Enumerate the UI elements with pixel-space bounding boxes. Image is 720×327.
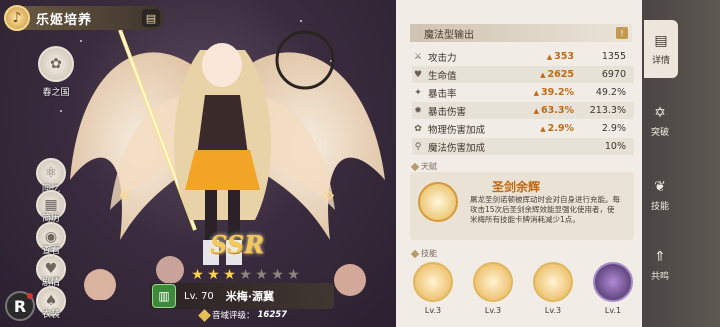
range-rating: 音域评级： 16257 xyxy=(198,308,288,322)
tab-skills[interactable]: ❦ 技能 xyxy=(644,166,676,224)
gem-icon xyxy=(198,308,211,322)
stat-value: 213.3% xyxy=(589,105,626,116)
tab-rail: ▤ 详情 ✡ 突破 ❦ 技能 ⇑ 共鸣 xyxy=(642,0,720,327)
page-header: ♪ 乐姬培养 ▤ xyxy=(4,5,164,31)
r-menu-button[interactable]: R xyxy=(5,291,35,321)
stat-value: 10% xyxy=(604,141,626,152)
star-empty-icon: ★ xyxy=(239,267,252,283)
stat-row: ♥ 生命值 ▲ 2625 6970 xyxy=(412,66,634,83)
character-artwork-area: ♪ 乐姬培养 ▤ ✿ 春之国 ⚛ 回忆 ▦ 简历 ◉ 查看 ♥ 剧情 ♠ 衣装 … xyxy=(0,0,400,327)
stat-name: 生命值 xyxy=(428,70,457,82)
stat-bonus: ▲ 2625 xyxy=(540,69,574,80)
stat-name: 暴击伤害 xyxy=(428,106,467,118)
stat-bonus: ▲ 353 xyxy=(546,51,574,62)
outfit-label: 衣装 xyxy=(41,310,60,320)
level-book-icon[interactable]: ▥ xyxy=(152,284,176,308)
skill-level: Lv.3 xyxy=(424,306,442,315)
character-level-bar: ▥ Lv. 70 米梅·源冀 xyxy=(150,283,334,309)
skill-level: Lv.1 xyxy=(604,306,622,315)
skill-list: Lv.3 Lv.3 Lv.3 Lv.1 xyxy=(410,262,636,315)
talent-icon xyxy=(418,182,458,222)
star-filled-icon: ★ xyxy=(191,267,204,283)
stat-name: 攻击力 xyxy=(428,52,457,64)
talent-card[interactable]: 圣剑余辉 屠龙圣剑诺顿被挥动时会对自身进行充能。每攻击15次后圣剑余辉效能显强化… xyxy=(410,172,634,240)
stat-row: ✦ 暴击率 ▲ 39.2% 49.2% xyxy=(412,84,634,101)
skill-level: Lv.3 xyxy=(544,306,562,315)
star-burst-icon: ✡ xyxy=(654,104,666,121)
stats-section-header: 魔法型输出 ! xyxy=(410,24,632,42)
sword-icon: ⚔ xyxy=(413,51,423,62)
book-icon: ▤ xyxy=(654,32,668,49)
tab-resonance[interactable]: ⇑ 共鸣 xyxy=(644,236,676,294)
skill-icon xyxy=(473,262,513,302)
stat-name: 物理伤害加成 xyxy=(428,124,486,136)
heart-icon: ♥ xyxy=(413,69,423,80)
stat-bonus: ▲ 39.2% xyxy=(533,87,574,98)
crit-damage-icon: ✹ xyxy=(414,105,422,116)
stat-row: ⚔ 攻击力 ▲ 353 1355 xyxy=(412,48,634,65)
info-icon[interactable]: ! xyxy=(616,27,628,39)
skill-icon xyxy=(533,262,573,302)
spring-kingdom-label: 春之国 xyxy=(42,88,70,98)
talent-name: 圣剑余辉 xyxy=(492,180,541,194)
magic-icon: ⚲ xyxy=(414,141,422,152)
skill-icon xyxy=(593,262,633,302)
stat-row: ✹ 暴击伤害 ▲ 63.3% 213.3% xyxy=(412,102,634,119)
star-rating: ★ ★ ★ ★ ★ ★ ★ xyxy=(190,268,301,283)
stat-bonus: ▲ 2.9% xyxy=(540,123,574,134)
diamond-icon xyxy=(410,162,420,171)
details-panel: 魔法型输出 ! ⚔ 攻击力 ▲ 353 1355 ♥ 生命值 ▲ 2625 6970… xyxy=(396,0,642,327)
skill-icon xyxy=(413,262,453,302)
stat-row: ⚲ 魔法伤害加成 10% xyxy=(412,138,634,155)
stat-bonus: ▲ 63.3% xyxy=(533,105,574,116)
stat-value: 6970 xyxy=(601,69,626,80)
diamond-icon xyxy=(410,249,420,258)
stat-value: 49.2% xyxy=(595,87,626,98)
page-title: 乐姬培养 xyxy=(36,12,93,28)
stat-row: ✿ 物理伤害加成 ▲ 2.9% 2.9% xyxy=(412,120,634,137)
star-empty-icon: ★ xyxy=(271,267,284,283)
codex-icon[interactable]: ▤ xyxy=(142,9,160,27)
next-character-arrow[interactable]: » xyxy=(322,183,335,208)
talent-description: 屠龙圣剑诺顿被挥动时会对自身进行充能。每攻击15次后圣剑余辉效能显强化使用者，使… xyxy=(470,195,620,224)
skills-tag: 技能 xyxy=(410,248,437,259)
skill-slot[interactable]: Lv.1 xyxy=(592,262,634,315)
stat-value: 2.9% xyxy=(601,123,626,134)
star-filled-icon: ★ xyxy=(223,267,236,283)
star-empty-icon: ★ xyxy=(255,267,268,283)
tab-breakthrough[interactable]: ✡ 突破 xyxy=(644,92,676,150)
wing-icon: ❦ xyxy=(654,178,666,195)
talent-tag: 天赋 xyxy=(410,161,437,172)
physical-icon: ✿ xyxy=(414,123,422,134)
star-filled-icon: ★ xyxy=(207,267,220,283)
rarity-badge: SSR xyxy=(210,230,265,259)
tab-details[interactable]: ▤ 详情 xyxy=(644,20,678,78)
arrow-up-icon: ⇑ xyxy=(654,248,666,265)
skill-slot[interactable]: Lv.3 xyxy=(412,262,454,315)
stat-name: 魔法伤害加成 xyxy=(428,142,486,154)
spring-kingdom-button[interactable]: ✿ xyxy=(38,46,74,82)
previous-character-arrow[interactable]: « xyxy=(118,183,131,208)
stats-section-title: 魔法型输出 xyxy=(424,29,474,41)
range-rating-value: 16257 xyxy=(257,310,288,320)
character-name: 米梅·源冀 xyxy=(225,290,274,303)
crit-icon: ✦ xyxy=(414,87,422,98)
skill-slot[interactable]: Lv.3 xyxy=(532,262,574,315)
stat-value: 1355 xyxy=(601,51,626,62)
skill-level: Lv.3 xyxy=(484,306,502,315)
character-level: Lv. 70 xyxy=(184,290,214,302)
skill-slot[interactable]: Lv.3 xyxy=(472,262,514,315)
music-note-icon[interactable]: ♪ xyxy=(4,5,30,31)
stat-name: 暴击率 xyxy=(428,88,457,100)
range-rating-label: 音域评级： xyxy=(212,311,255,321)
star-empty-icon: ★ xyxy=(287,267,300,283)
